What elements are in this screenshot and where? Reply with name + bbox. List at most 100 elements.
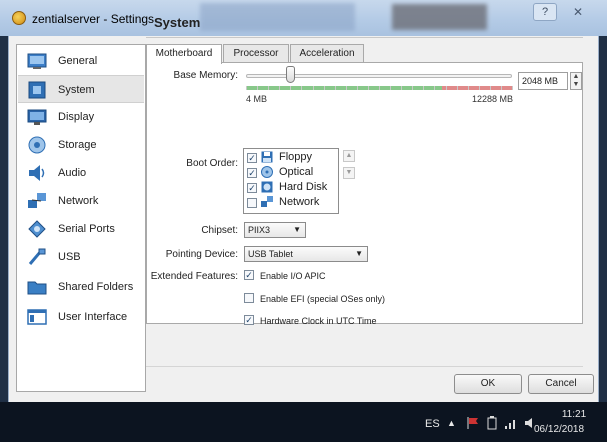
sidebar-item-general[interactable]: General bbox=[18, 47, 144, 75]
memory-slider-tick bbox=[412, 86, 414, 90]
chevron-down-icon: ▼ bbox=[355, 249, 363, 258]
memory-slider-tick bbox=[379, 86, 380, 90]
boot-order-list: ✓ Floppy ✓ Optical ✓ Hard Disk Network bbox=[243, 148, 339, 214]
optical-disc-icon bbox=[261, 166, 273, 178]
storage-icon bbox=[28, 136, 46, 154]
sidebar-item-user-interface[interactable]: User Interface bbox=[18, 303, 144, 331]
memory-slider-tick bbox=[500, 86, 502, 90]
memory-slider-tick bbox=[356, 86, 358, 90]
efi-checkbox[interactable] bbox=[244, 293, 254, 303]
chipset-label: Chipset: bbox=[201, 225, 238, 236]
serial-ports-icon bbox=[28, 220, 46, 238]
windows-taskbar: ES ▲ 11:21 06/12/2018 bbox=[0, 402, 607, 442]
list-item[interactable]: ✓ Hard Disk bbox=[247, 181, 337, 195]
sidebar-item-label: Display bbox=[58, 111, 95, 123]
floppy-checkbox[interactable]: ✓ bbox=[247, 153, 257, 163]
tab-processor[interactable]: Processor bbox=[223, 44, 289, 63]
memory-slider-tick bbox=[445, 86, 447, 90]
display-icon bbox=[27, 109, 47, 125]
sidebar-item-label: Audio bbox=[58, 167, 87, 179]
boot-item-label: Hard Disk bbox=[279, 181, 328, 193]
memory-slider-tick bbox=[257, 86, 259, 90]
utc-clock-label: Hardware Clock in UTC Time bbox=[260, 316, 377, 326]
pointing-device-label: Pointing Device: bbox=[165, 249, 238, 260]
ok-button[interactable]: OK bbox=[454, 374, 522, 394]
memory-slider-tick bbox=[423, 86, 425, 90]
shared-folders-icon bbox=[27, 281, 47, 295]
base-memory-label: Base Memory: bbox=[173, 70, 238, 81]
chevron-down-icon: ▼ bbox=[293, 225, 301, 234]
memory-max-label: 12288 MB bbox=[472, 94, 514, 104]
memory-slider-tick bbox=[246, 86, 247, 90]
boot-order-label: Boot Order: bbox=[186, 158, 238, 169]
sidebar-item-label: USB bbox=[58, 251, 81, 263]
sidebar-item-network[interactable]: Network bbox=[18, 187, 144, 215]
audio-icon bbox=[29, 165, 45, 181]
divider bbox=[146, 366, 583, 367]
efi-option[interactable]: Enable EFI (special OSes only) bbox=[244, 292, 424, 306]
memory-slider-tick bbox=[323, 86, 325, 90]
memory-slider-tick bbox=[434, 86, 436, 90]
memory-slider-tick bbox=[367, 86, 369, 90]
general-icon bbox=[27, 53, 47, 69]
memory-slider-tick bbox=[390, 86, 392, 90]
memory-slider-tick bbox=[312, 86, 314, 90]
network-checkbox[interactable] bbox=[247, 198, 257, 208]
clock-time[interactable]: 11:21 bbox=[554, 409, 594, 420]
virtualbox-app-icon bbox=[12, 11, 26, 25]
sidebar-item-label: Serial Ports bbox=[58, 223, 115, 235]
settings-sidebar: General System Display Storage Audio Net… bbox=[16, 44, 146, 392]
move-up-button[interactable]: ▲ bbox=[343, 150, 355, 162]
memory-slider-tick bbox=[301, 86, 303, 90]
action-center-flag-icon[interactable] bbox=[466, 416, 480, 430]
tab-motherboard[interactable]: Motherboard bbox=[146, 44, 222, 64]
list-item[interactable]: ✓ Floppy bbox=[247, 151, 337, 165]
memory-spinbox-arrows[interactable]: ▲ ▼ bbox=[570, 72, 582, 90]
utc-clock-option[interactable]: ✓ Hardware Clock in UTC Time bbox=[244, 314, 424, 328]
page-title: System bbox=[146, 8, 583, 38]
move-down-button[interactable]: ▼ bbox=[343, 167, 355, 179]
memory-slider-tick bbox=[478, 86, 480, 90]
boot-item-label: Floppy bbox=[279, 151, 313, 163]
memory-slider-tick bbox=[456, 86, 458, 90]
utc-clock-checkbox[interactable]: ✓ bbox=[244, 315, 254, 325]
clock-date[interactable]: 06/12/2018 bbox=[534, 424, 584, 435]
list-item[interactable]: Network bbox=[247, 196, 337, 210]
signal-strength-icon[interactable] bbox=[504, 416, 518, 430]
memory-slider-tick bbox=[401, 86, 403, 90]
memory-slider-tick bbox=[345, 86, 347, 90]
motherboard-tab-pane bbox=[146, 62, 583, 324]
base-memory-slider-thumb[interactable] bbox=[286, 66, 296, 83]
list-item[interactable]: ✓ Optical bbox=[247, 166, 337, 180]
pointing-device-select[interactable]: USB Tablet ▼ bbox=[244, 246, 368, 262]
memory-slider-tick bbox=[290, 86, 292, 90]
sidebar-item-label: Shared Folders bbox=[58, 281, 134, 293]
io-apic-checkbox[interactable]: ✓ bbox=[244, 270, 254, 280]
sidebar-item-shared-folders[interactable]: Shared Folders bbox=[18, 273, 144, 301]
input-language-indicator[interactable]: ES bbox=[425, 418, 440, 430]
hard-disk-checkbox[interactable]: ✓ bbox=[247, 183, 257, 193]
cancel-button[interactable]: Cancel bbox=[528, 374, 594, 394]
memory-slider-tick bbox=[512, 86, 513, 90]
extended-features-label: Extended Features: bbox=[150, 271, 238, 282]
memory-slider-tick bbox=[467, 86, 469, 90]
sidebar-item-storage[interactable]: Storage bbox=[18, 131, 144, 159]
tab-acceleration[interactable]: Acceleration bbox=[290, 44, 364, 63]
memory-slider-tick bbox=[334, 86, 336, 90]
pointing-device-value: USB Tablet bbox=[248, 249, 293, 259]
network-icon bbox=[28, 193, 46, 208]
sidebar-item-usb[interactable]: USB bbox=[18, 243, 144, 271]
show-hidden-icons-icon[interactable]: ▲ bbox=[447, 418, 456, 428]
efi-label: Enable EFI (special OSes only) bbox=[260, 294, 386, 304]
memory-slider-tick bbox=[489, 86, 491, 90]
io-apic-option[interactable]: ✓ Enable I/O APIC bbox=[244, 269, 424, 283]
sidebar-item-audio[interactable]: Audio bbox=[18, 159, 144, 187]
battery-icon[interactable] bbox=[486, 416, 498, 430]
base-memory-input[interactable]: 2048 MB bbox=[518, 72, 568, 90]
sidebar-item-system[interactable]: System bbox=[18, 75, 144, 103]
sidebar-item-display[interactable]: Display bbox=[18, 103, 144, 131]
sidebar-item-serial-ports[interactable]: Serial Ports bbox=[18, 215, 144, 243]
chipset-select[interactable]: PIIX3 ▼ bbox=[244, 222, 306, 238]
optical-checkbox[interactable]: ✓ bbox=[247, 168, 257, 178]
hard-disk-icon bbox=[261, 181, 273, 193]
